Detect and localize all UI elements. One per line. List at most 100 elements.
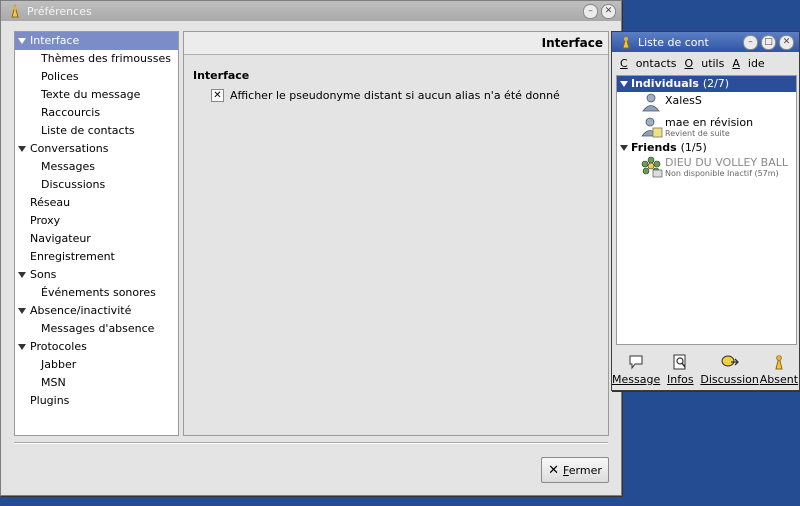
tree-item-label: Sons: [30, 268, 57, 281]
panel-header: Interface: [184, 32, 608, 55]
tree-item[interactable]: Événements sonores: [15, 284, 178, 302]
button-label: Infos: [667, 373, 694, 386]
preferences-content-panel: Interface Interface ✕ Afficher le pseudo…: [183, 31, 609, 436]
section-title: Interface: [193, 69, 250, 82]
button-label: Message: [612, 373, 661, 386]
tree-item[interactable]: Discussions: [15, 176, 178, 194]
buddy-list-titlebar[interactable]: Liste de cont – □ ✕: [612, 32, 799, 52]
preferences-titlebar[interactable]: Préférences – ✕: [1, 1, 621, 21]
buddy-menubar: Contacts Outils Aide: [612, 53, 799, 73]
contact-name: mae en révision: [665, 116, 754, 129]
away-icon: [772, 354, 786, 370]
tree-item[interactable]: Jabber: [15, 356, 178, 374]
buddy-list-title: Liste de cont: [638, 35, 709, 49]
tree-item-label: MSN: [41, 376, 66, 389]
tree-item[interactable]: Réseau: [15, 194, 178, 212]
contact-name: DIEU DU VOLLEY BALL: [665, 156, 788, 169]
group-name: Individuals: [631, 77, 699, 90]
chat-icon: [721, 354, 739, 370]
expander-icon[interactable]: [18, 272, 26, 278]
tree-item[interactable]: Conversations: [15, 140, 178, 158]
tree-item-label: Navigateur: [30, 232, 91, 245]
buddy-action-bar: Message Infos Discussion Absent: [612, 352, 799, 388]
menu-contacts[interactable]: Contacts: [620, 57, 677, 70]
tree-item-label: Absence/inactivité: [30, 304, 132, 317]
tree-item-label: Enregistrement: [30, 250, 115, 263]
tree-item-label: Plugins: [30, 394, 70, 407]
button-label: Discussion: [700, 373, 759, 386]
tree-item[interactable]: Messages: [15, 158, 178, 176]
tree-item[interactable]: Enregistrement: [15, 248, 178, 266]
expander-icon[interactable]: [18, 146, 26, 152]
tree-item[interactable]: Protocoles: [15, 338, 178, 356]
absent-button[interactable]: Absent: [759, 352, 799, 388]
show-alias-label: Afficher le pseudonyme distant si aucun …: [230, 89, 560, 102]
icq-flower-icon: [641, 156, 663, 181]
maximize-button[interactable]: □: [761, 34, 776, 50]
tree-item-label: Messages: [41, 160, 95, 173]
close-button[interactable]: ✕ Fermer: [541, 457, 609, 483]
contact-name: XalesS: [665, 94, 702, 107]
tree-item-label: Polices: [41, 70, 79, 83]
pidgin-icon: [7, 3, 23, 19]
discussion-button[interactable]: Discussion: [700, 352, 759, 388]
minimize-button[interactable]: –: [583, 3, 598, 19]
show-alias-checkbox[interactable]: ✕: [211, 89, 224, 102]
tree-item-label: Réseau: [30, 196, 71, 209]
minimize-button[interactable]: –: [743, 34, 758, 50]
tree-item-label: Thèmes des frimousses: [41, 52, 171, 65]
preferences-title: Préférences: [27, 4, 92, 18]
tree-item-label: Liste de contacts: [41, 124, 135, 137]
tree-item-label: Texte du message: [41, 88, 141, 101]
close-icon: ✕: [548, 462, 560, 478]
group-individuals[interactable]: Individuals (2/7): [617, 76, 796, 92]
expander-icon[interactable]: [620, 81, 628, 87]
close-window-button[interactable]: ✕: [601, 3, 616, 19]
tree-item[interactable]: Thèmes des frimousses: [15, 50, 178, 68]
close-window-button[interactable]: ✕: [779, 34, 794, 50]
show-alias-option[interactable]: ✕ Afficher le pseudonyme distant si aucu…: [211, 89, 560, 102]
dialog-separator: [14, 442, 608, 444]
tree-item[interactable]: Raccourcis: [15, 104, 178, 122]
message-button[interactable]: Message: [612, 352, 660, 388]
message-icon: [628, 354, 644, 370]
tree-item-label: Discussions: [41, 178, 106, 191]
tree-item[interactable]: Interface: [15, 32, 178, 50]
expander-icon[interactable]: [18, 344, 26, 350]
contact-item[interactable]: mae en révision Revient de suite: [617, 116, 796, 140]
preferences-window: Préférences – ✕ Interface Thèmes des frim…: [0, 0, 622, 496]
tree-item[interactable]: Proxy: [15, 212, 178, 230]
group-name: Friends: [631, 141, 677, 154]
expander-icon[interactable]: [18, 308, 26, 314]
contact-item[interactable]: DIEU DU VOLLEY BALL Non disponible Inact…: [617, 156, 796, 180]
tree-item-label: Messages d'absence: [41, 322, 155, 335]
tree-item[interactable]: Texte du message: [15, 86, 178, 104]
contact-status: Revient de suite: [665, 129, 730, 138]
preferences-tree[interactable]: Interface Thèmes des frimousses Polices Tex…: [14, 31, 179, 436]
tree-item[interactable]: Polices: [15, 68, 178, 86]
tree-item[interactable]: Sons: [15, 266, 178, 284]
group-count: (1/5): [680, 141, 707, 154]
infos-button[interactable]: Infos: [660, 352, 700, 388]
tree-item[interactable]: Liste de contacts: [15, 122, 178, 140]
tree-item[interactable]: MSN: [15, 374, 178, 392]
menu-aide[interactable]: Aide: [732, 57, 764, 70]
menu-outils[interactable]: Outils: [685, 57, 725, 70]
tree-item-label: Protocoles: [30, 340, 87, 353]
tree-item[interactable]: Absence/inactivité: [15, 302, 178, 320]
group-friends[interactable]: Friends (1/5): [617, 140, 796, 156]
tree-item-label: Interface: [30, 34, 80, 47]
close-button-label: Fermer: [563, 463, 602, 477]
tree-item[interactable]: Messages d'absence: [15, 320, 178, 338]
contact-list[interactable]: Individuals (2/7) XalesS mae en révision…: [616, 75, 797, 345]
tree-item[interactable]: Navigateur: [15, 230, 178, 248]
expander-icon[interactable]: [18, 38, 26, 44]
tree-item-label: Jabber: [41, 358, 77, 371]
away-user-icon: [641, 116, 663, 141]
contact-status: Non disponible Inactif (57m): [665, 169, 779, 178]
pidgin-icon: [618, 34, 634, 50]
online-user-icon: [641, 92, 661, 118]
expander-icon[interactable]: [620, 145, 628, 151]
tree-item[interactable]: Plugins: [15, 392, 178, 410]
contact-item[interactable]: XalesS: [617, 92, 796, 112]
